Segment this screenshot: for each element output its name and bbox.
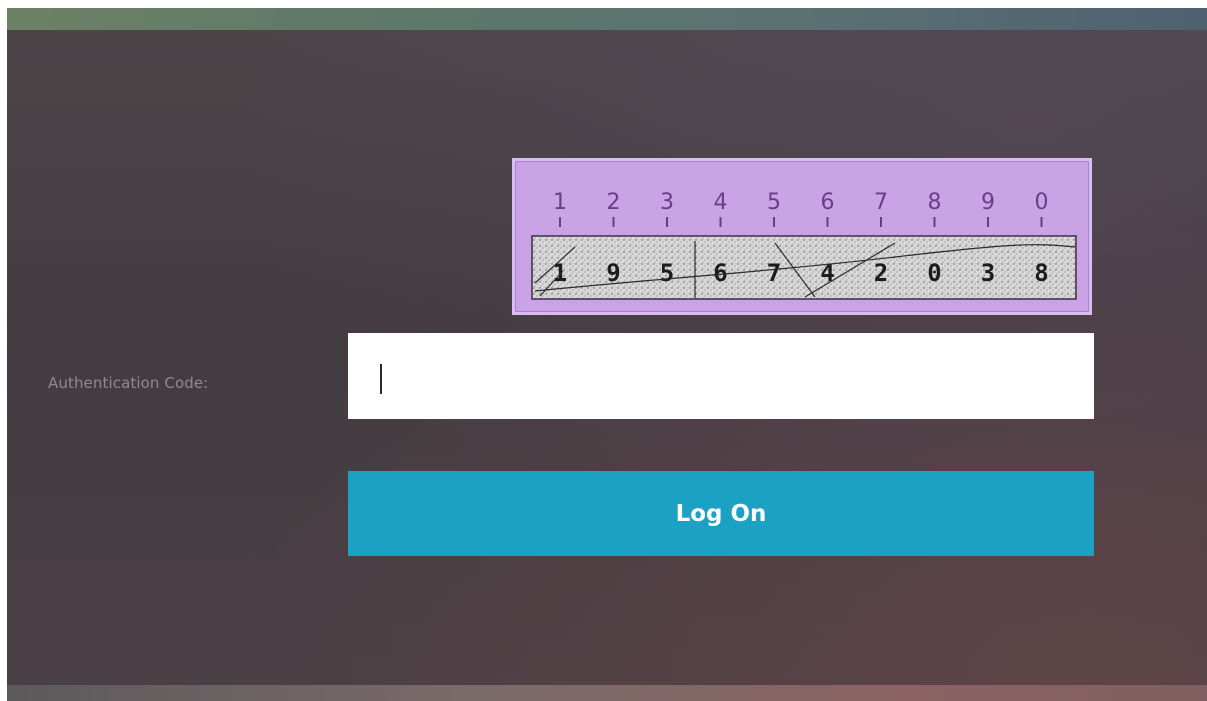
captcha-position-label: 6: [821, 190, 835, 215]
captcha-digit: 7: [767, 259, 781, 287]
captcha-position-label: 2: [607, 190, 621, 215]
captcha-digit: 2: [874, 259, 888, 287]
captcha-position-label: 0: [1035, 190, 1049, 215]
captcha-digit: 5: [660, 259, 674, 287]
captcha-digit: 6: [713, 259, 727, 287]
captcha-digit: 0: [927, 259, 941, 287]
captcha-position-label: 4: [714, 190, 728, 215]
captcha-position-row: 1 2 3 4 5 6 7 8 9 0: [553, 190, 1049, 227]
captcha-digit: 8: [1034, 259, 1048, 287]
captcha-position-label: 7: [874, 190, 888, 215]
captcha-graphic: 1 2 3 4 5 6 7 8 9 0 1 9 5 6 7 4 2 0 3 8: [531, 190, 1077, 300]
captcha-panel: 1 2 3 4 5 6 7 8 9 0 1 9 5 6 7 4 2 0 3 8: [512, 158, 1092, 315]
text-caret: [380, 364, 382, 394]
captcha-digit: 1: [553, 259, 567, 287]
captcha-position-label: 9: [981, 190, 995, 215]
top-accent-bar: [7, 8, 1207, 30]
captcha-digit: 3: [981, 259, 995, 287]
captcha-position-label: 1: [553, 190, 567, 215]
log-on-button[interactable]: Log On: [348, 471, 1094, 556]
captcha-position-label: 8: [928, 190, 942, 215]
captcha-position-label: 3: [660, 190, 674, 215]
auth-code-label: Authentication Code:: [48, 374, 209, 392]
auth-code-input[interactable]: [348, 333, 1094, 419]
captcha-position-label: 5: [767, 190, 781, 215]
login-window: 1 2 3 4 5 6 7 8 9 0 1 9 5 6 7 4 2 0 3 8 Authentication Cod…: [7, 8, 1207, 701]
bottom-accent-bar: [7, 685, 1207, 701]
